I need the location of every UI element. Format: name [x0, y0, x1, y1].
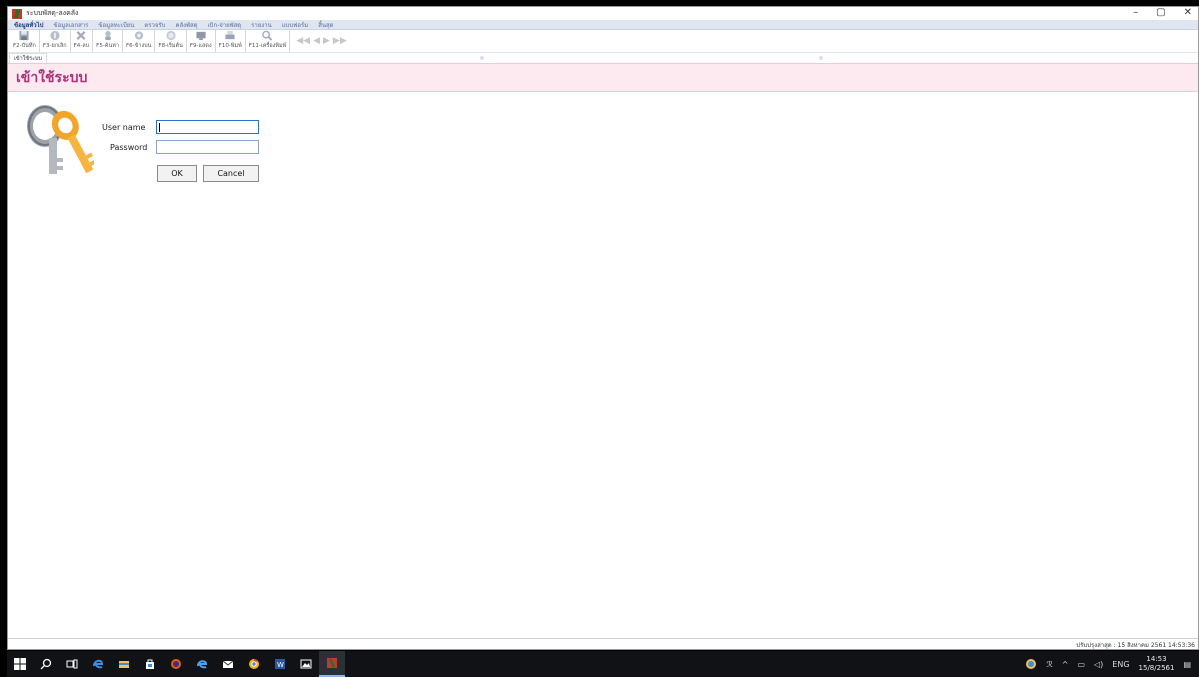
- menu-general[interactable]: ข้อมูลทั่วไป: [14, 20, 44, 30]
- task-view-icon[interactable]: [59, 651, 85, 677]
- app-window: ระบบพัสดุ-ลงคลัง – ▢ ✕ ข้อมูลทั่วไป ข้อม…: [7, 6, 1199, 650]
- gear-icon: [134, 31, 143, 40]
- page-title: เข้าใช้ระบบ: [16, 69, 88, 86]
- first-icon[interactable]: ◀◀: [296, 36, 310, 46]
- app-icon[interactable]: [319, 651, 345, 677]
- cancel-button[interactable]: F3-ยกเลิก: [40, 30, 71, 52]
- network-icon[interactable]: ▭: [1077, 660, 1085, 669]
- menu-inspection[interactable]: ตรวจรับ: [144, 20, 165, 30]
- text-caret: [159, 123, 160, 132]
- store-icon[interactable]: [137, 651, 163, 677]
- print-button[interactable]: F10-พิมพ์: [216, 30, 246, 52]
- display-icon: [196, 31, 206, 41]
- menu-inventory[interactable]: คลังพัสดุ: [175, 20, 197, 30]
- clock[interactable]: 14:53 15/8/2561: [1139, 655, 1175, 673]
- record-navigation: ◀◀ ◀ ▶ ▶▶: [290, 30, 353, 52]
- window-title: ระบบพัสดุ-ลงคลัง: [26, 9, 79, 17]
- window-controls: – ▢ ✕: [1133, 7, 1192, 19]
- search-button[interactable]: F5-ค้นหา: [93, 30, 123, 52]
- username-label: User name: [102, 123, 146, 132]
- last-updated-status: ปรับปรุงล่าสุด : 15 สิงหาคม 2561 14:53:3…: [1076, 642, 1195, 649]
- search-icon: [104, 30, 111, 41]
- svg-text:W: W: [277, 661, 284, 669]
- menu-bar: ข้อมูลทั่วไป ข้อมูลเอกสาร ข้อมูลทะเบียน …: [8, 20, 1198, 30]
- menu-registry[interactable]: ข้อมูลทะเบียน: [98, 20, 134, 30]
- photos-icon[interactable]: [293, 651, 319, 677]
- menu-reports[interactable]: รายงาน: [251, 20, 272, 30]
- login-panel: User name Password OK Cancel: [8, 92, 1198, 625]
- language-indicator[interactable]: ENG: [1112, 660, 1129, 669]
- title-bar: ระบบพัสดุ-ลงคลัง – ▢ ✕: [8, 7, 1198, 20]
- save-button[interactable]: F2-บันทึก: [10, 30, 40, 52]
- reset-icon: [166, 30, 176, 41]
- status-bar: ปรับปรุงล่าสุด : 15 สิงหาคม 2561 14:53:3…: [8, 638, 1198, 649]
- notification-icon[interactable]: ▤: [1183, 660, 1191, 669]
- people-icon[interactable]: ℛ: [1046, 660, 1052, 669]
- upper-button[interactable]: F6-ข้างบน: [123, 30, 156, 52]
- clock-time: 14:53: [1146, 655, 1167, 663]
- cancel-login-button[interactable]: Cancel: [203, 165, 259, 182]
- clock-date: 15/8/2561: [1138, 664, 1175, 672]
- minimize-button[interactable]: –: [1133, 7, 1138, 19]
- menu-forms[interactable]: แบบฟอร์ม: [282, 20, 309, 30]
- delete-icon: [76, 31, 86, 40]
- cancel-icon: [50, 30, 60, 41]
- toolbar: F2-บันทึก F3-ยกเลิก F4-ลบ F5-ค้นหา F6-ข้…: [8, 30, 1198, 53]
- tab-strip: เข้าใช้ระบบ: [8, 53, 1198, 63]
- prev-icon[interactable]: ◀: [313, 36, 320, 46]
- page-header: เข้าใช้ระบบ: [8, 63, 1198, 92]
- assistant-icon[interactable]: [1025, 658, 1037, 670]
- menu-requisition[interactable]: เบิก-จ่ายพัสดุ: [208, 20, 242, 30]
- chrome-icon[interactable]: [241, 651, 267, 677]
- password-label: Password: [110, 143, 148, 152]
- file-explorer-icon[interactable]: [111, 651, 137, 677]
- splitter-dot-icon: [819, 56, 823, 60]
- word-icon[interactable]: W: [267, 651, 293, 677]
- username-input[interactable]: [156, 120, 259, 134]
- display-button[interactable]: F9-แสดง: [187, 30, 216, 52]
- app-logo-icon: [12, 8, 22, 19]
- password-input[interactable]: [156, 140, 259, 154]
- save-icon: [19, 30, 30, 41]
- close-button[interactable]: ✕: [1184, 7, 1192, 19]
- printer-setup-icon: [262, 30, 273, 41]
- ie-icon[interactable]: [189, 651, 215, 677]
- delete-button[interactable]: F4-ลบ: [71, 30, 94, 52]
- tab-login[interactable]: เข้าใช้ระบบ: [9, 53, 48, 63]
- next-icon[interactable]: ▶: [323, 36, 330, 46]
- print-icon: [225, 30, 235, 40]
- mail-icon[interactable]: [215, 651, 241, 677]
- windows-start-icon[interactable]: [7, 651, 33, 677]
- splitter-dot-icon: [480, 56, 484, 60]
- keys-icon: [27, 105, 94, 174]
- taskbar: W ℛ ^ ▭ ◁) ENG 14:53 15/8/2561 ▤: [7, 651, 1199, 677]
- firefox-icon[interactable]: [163, 651, 189, 677]
- search-icon[interactable]: [33, 651, 59, 677]
- ok-button[interactable]: OK: [157, 165, 197, 182]
- menu-documents[interactable]: ข้อมูลเอกสาร: [54, 20, 89, 30]
- system-tray: ℛ ^ ▭ ◁) ENG 14:53 15/8/2561 ▤: [1025, 651, 1199, 677]
- reset-button[interactable]: F8-เริ่มต้น: [155, 30, 187, 52]
- last-icon[interactable]: ▶▶: [333, 36, 347, 46]
- printer-setup-button[interactable]: F11-เครื่องพิมพ์: [246, 30, 291, 52]
- menu-exit[interactable]: สิ้นสุด: [318, 20, 333, 30]
- maximize-button[interactable]: ▢: [1156, 7, 1165, 19]
- volume-icon[interactable]: ◁): [1094, 660, 1103, 669]
- chevron-up-icon[interactable]: ^: [1062, 660, 1069, 669]
- edge-icon[interactable]: [85, 651, 111, 677]
